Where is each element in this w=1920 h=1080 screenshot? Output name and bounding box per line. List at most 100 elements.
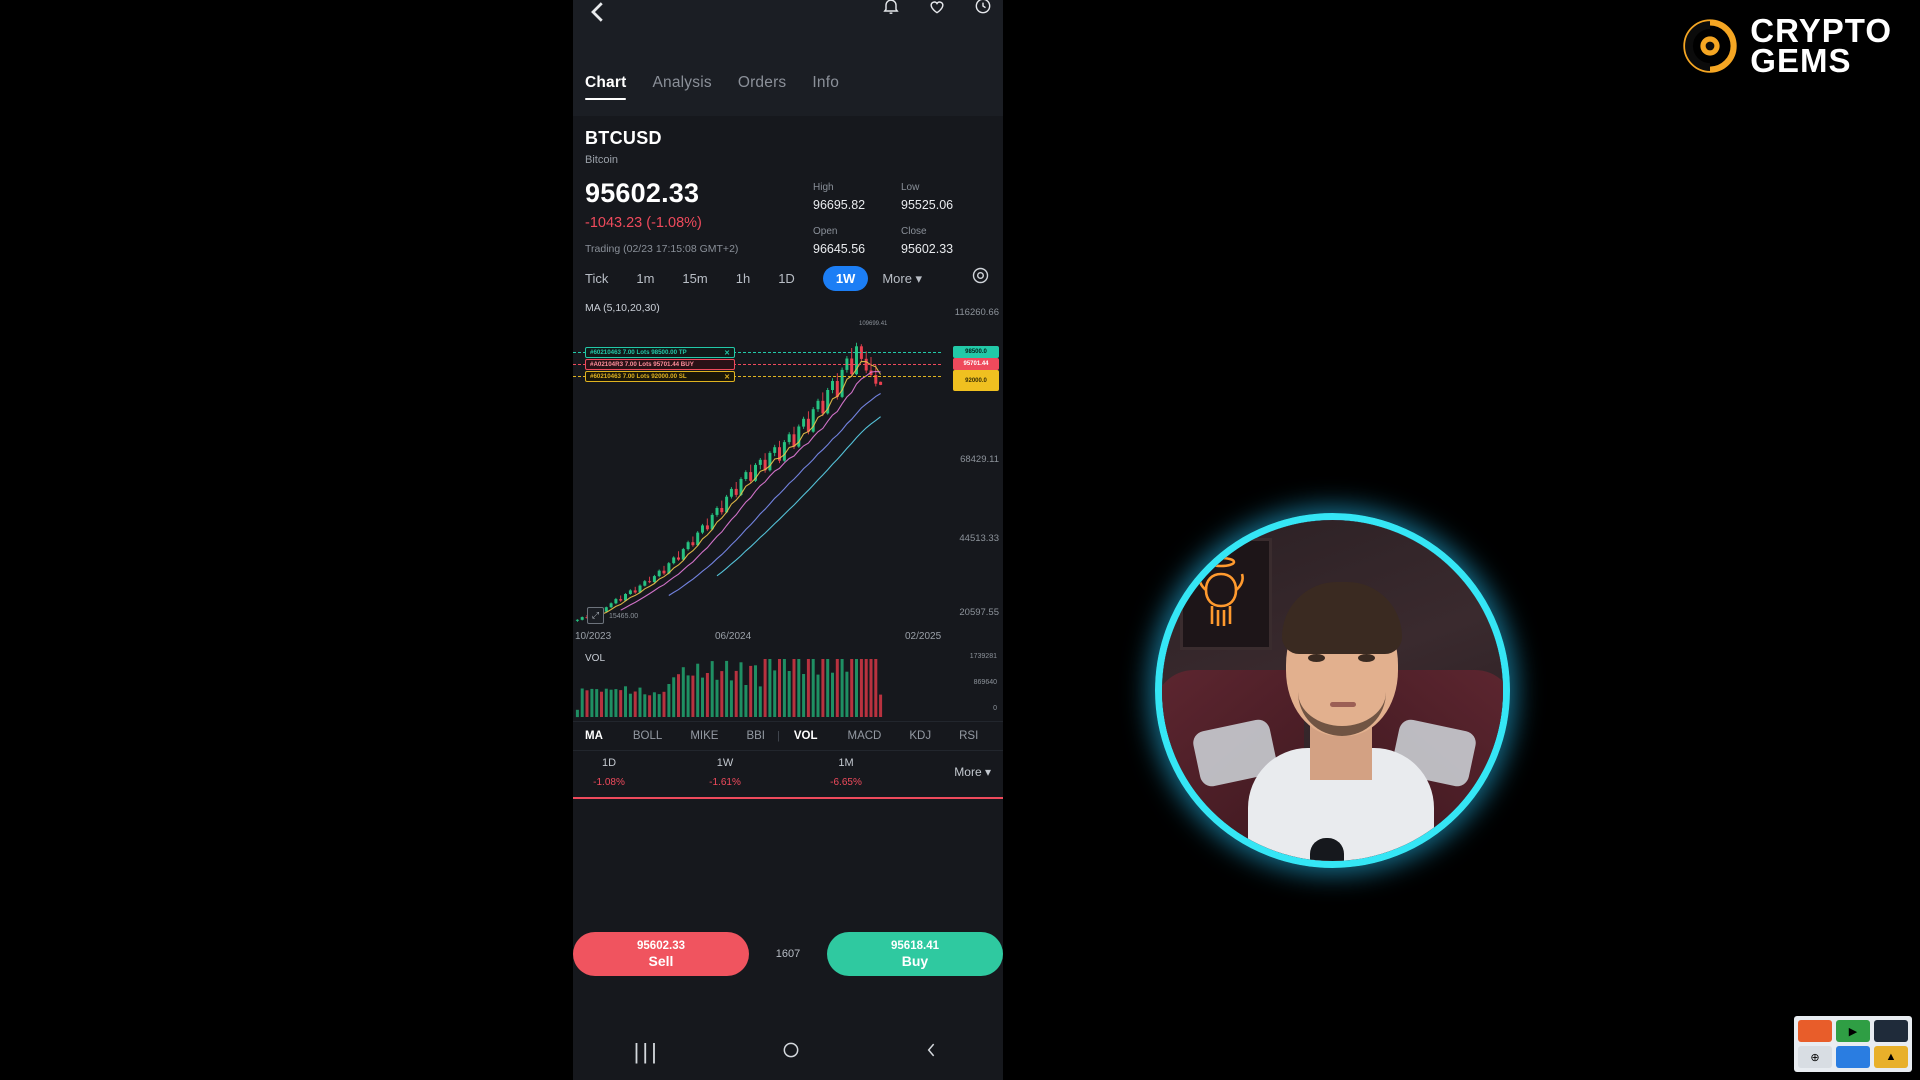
sell-label: Sell: [648, 952, 674, 969]
ohlc-stats: High 96695.82 Open 96645.56 Low 95525.06…: [813, 180, 991, 256]
brand-logo: CRYPTO GEMS: [1682, 14, 1892, 80]
indicator-macd[interactable]: MACD: [847, 730, 881, 742]
price-axis: 116260.66 68429.11 44513.33 20597.55: [937, 299, 999, 629]
back-icon[interactable]: [922, 1040, 942, 1065]
timeframe-1m[interactable]: 1m: [636, 271, 654, 286]
trading-status: Trading (02/23 17:15:08 GMT+2): [585, 243, 739, 255]
home-icon[interactable]: [781, 1040, 801, 1065]
indicator-boll[interactable]: BOLL: [633, 730, 662, 742]
perf-1m-label: 1M: [838, 757, 854, 769]
low-label: Low: [901, 182, 920, 193]
indicator-tabs: MA BOLL MIKE BBI | VOL MACD KDJ RSI: [573, 721, 1003, 751]
perf-1m[interactable]: 1M -6.65%: [822, 757, 870, 788]
timeframe-1w[interactable]: 1W: [822, 266, 869, 291]
screen-root: Chart Analysis Orders Info BTCUSD Bitcoi…: [0, 0, 1920, 1080]
time-axis: 10/2023 06/2024 02/2025: [573, 629, 1003, 651]
recents-icon[interactable]: |||: [634, 1039, 660, 1065]
order-buy-text: #A02104R3 7.00 Lots 95701.44 BUY: [590, 361, 694, 368]
indicator-vol[interactable]: VOL: [794, 730, 818, 742]
close-value: 95602.33: [901, 242, 954, 256]
vol-tick-2: 0: [993, 705, 997, 712]
perf-1w-label: 1W: [716, 757, 734, 769]
high-value: 96695.82: [813, 198, 866, 212]
price-row: 95602.33 -1043.23 (-1.08%) Trading (02/2…: [585, 180, 991, 257]
order-label-buy[interactable]: #A02104R3 7.00 Lots 95701.44 BUY: [585, 359, 735, 370]
timeframe-1h[interactable]: 1h: [736, 271, 750, 286]
performance-row: 1D -1.08% 1W -1.61% 1M -6.65% More ▾: [573, 751, 1003, 799]
gear-icon[interactable]: [970, 265, 991, 286]
perf-1d-label: 1D: [601, 757, 617, 769]
high-label: High: [813, 182, 834, 193]
performance-more-button[interactable]: More ▾: [954, 765, 991, 779]
tab-info[interactable]: Info: [812, 74, 839, 92]
top-icon-group: [881, 0, 993, 16]
presenter-eye-right: [1358, 654, 1375, 662]
perf-1w-value: -1.61%: [709, 777, 741, 788]
spread-value: 1607: [775, 948, 801, 960]
app-icon-1[interactable]: [1798, 1020, 1832, 1042]
app-icon-3[interactable]: [1874, 1020, 1908, 1042]
app-icon-5[interactable]: [1836, 1046, 1870, 1068]
y-tick-2: 44513.33: [959, 533, 999, 544]
app-icon-2[interactable]: ▶: [1836, 1020, 1870, 1042]
buy-button[interactable]: 95618.41 Buy: [827, 932, 1003, 976]
presenter-eye-left: [1308, 654, 1325, 662]
vol-tick-0: 1739281: [969, 653, 997, 660]
indicator-rsi[interactable]: RSI: [959, 730, 978, 742]
presenter-mouth: [1330, 702, 1356, 707]
section-tabs: Chart Analysis Orders Info: [573, 74, 1003, 116]
timeframe-row: Tick 1m 15m 1h 1D 1W More ▾: [573, 256, 1003, 299]
brand-text: CRYPTO GEMS: [1750, 14, 1892, 80]
heart-icon[interactable]: [927, 0, 947, 16]
vol-tick-1: 869640: [973, 679, 997, 686]
indicator-bbi[interactable]: BBI: [746, 730, 765, 742]
phone-screen: Chart Analysis Orders Info BTCUSD Bitcoi…: [573, 0, 1003, 1080]
expand-icon[interactable]: ⤢: [587, 607, 604, 624]
indicator-ma[interactable]: MA: [585, 730, 603, 742]
bell-icon[interactable]: [881, 0, 901, 16]
neon-bull-icon: [1188, 550, 1254, 638]
system-navbar: |||: [573, 1024, 1003, 1080]
sell-price: 95602.33: [637, 939, 685, 952]
close-icon[interactable]: ✕: [724, 349, 730, 357]
close-icon[interactable]: ✕: [724, 373, 730, 381]
app-icon-6[interactable]: ▲: [1874, 1046, 1908, 1068]
brand-line-2: GEMS: [1750, 42, 1852, 80]
volume-chart[interactable]: VOL 1739281 869640 0: [573, 651, 1003, 721]
buy-price: 95618.41: [891, 939, 939, 952]
stat-col-low-close: Low 95525.06 Close 95602.33: [901, 182, 989, 256]
timeframe-tick[interactable]: Tick: [585, 271, 608, 286]
sell-button[interactable]: 95602.33 Sell: [573, 932, 749, 976]
timeframe-15m[interactable]: 15m: [682, 271, 707, 286]
indicator-mike[interactable]: MIKE: [690, 730, 718, 742]
perf-1w[interactable]: 1W -1.61%: [701, 757, 749, 788]
tab-analysis[interactable]: Analysis: [652, 74, 711, 92]
chevron-left-icon[interactable]: [583, 0, 613, 27]
perf-1d[interactable]: 1D -1.08%: [585, 757, 633, 788]
x-tick-2: 02/2025: [905, 631, 942, 642]
order-label-tp[interactable]: #60210463 7.00 Lots 98500.00 TP ✕: [585, 347, 735, 358]
price-change: -1043.23 (-1.08%): [585, 215, 702, 231]
timeframe-more[interactable]: More ▾: [882, 271, 922, 287]
volume-series: [575, 659, 883, 718]
price-left: 95602.33 -1043.23 (-1.08%) Trading (02/2…: [585, 180, 813, 256]
indicator-kdj[interactable]: KDJ: [909, 730, 931, 742]
tab-orders[interactable]: Orders: [738, 74, 787, 92]
order-tp-text: #60210463 7.00 Lots 98500.00 TP: [590, 349, 687, 356]
microphone: [1310, 838, 1344, 861]
order-label-sl[interactable]: #60210463 7.00 Lots 92000.00 SL ✕: [585, 371, 735, 382]
perf-1m-value: -6.65%: [830, 777, 862, 788]
timeframe-1d[interactable]: 1D: [778, 271, 795, 286]
performance-underline: [573, 797, 1003, 799]
low-value: 95525.06: [901, 198, 954, 212]
order-sl-text: #60210463 7.00 Lots 92000.00 SL: [590, 373, 687, 380]
x-tick-1: 06/2024: [715, 631, 752, 642]
app-icon-4[interactable]: ⊕: [1798, 1046, 1832, 1068]
symbol-ticker: BTCUSD: [585, 128, 662, 148]
price-chart[interactable]: MA (5,10,20,30) 109699.41 #60210463 7.00…: [573, 299, 1003, 629]
tab-chart[interactable]: Chart: [585, 74, 627, 100]
gem-coin-icon: [1682, 18, 1738, 74]
last-price: 95602.33: [585, 178, 700, 208]
phone-top-bar: [573, 0, 1003, 74]
share-icon[interactable]: [973, 0, 993, 16]
